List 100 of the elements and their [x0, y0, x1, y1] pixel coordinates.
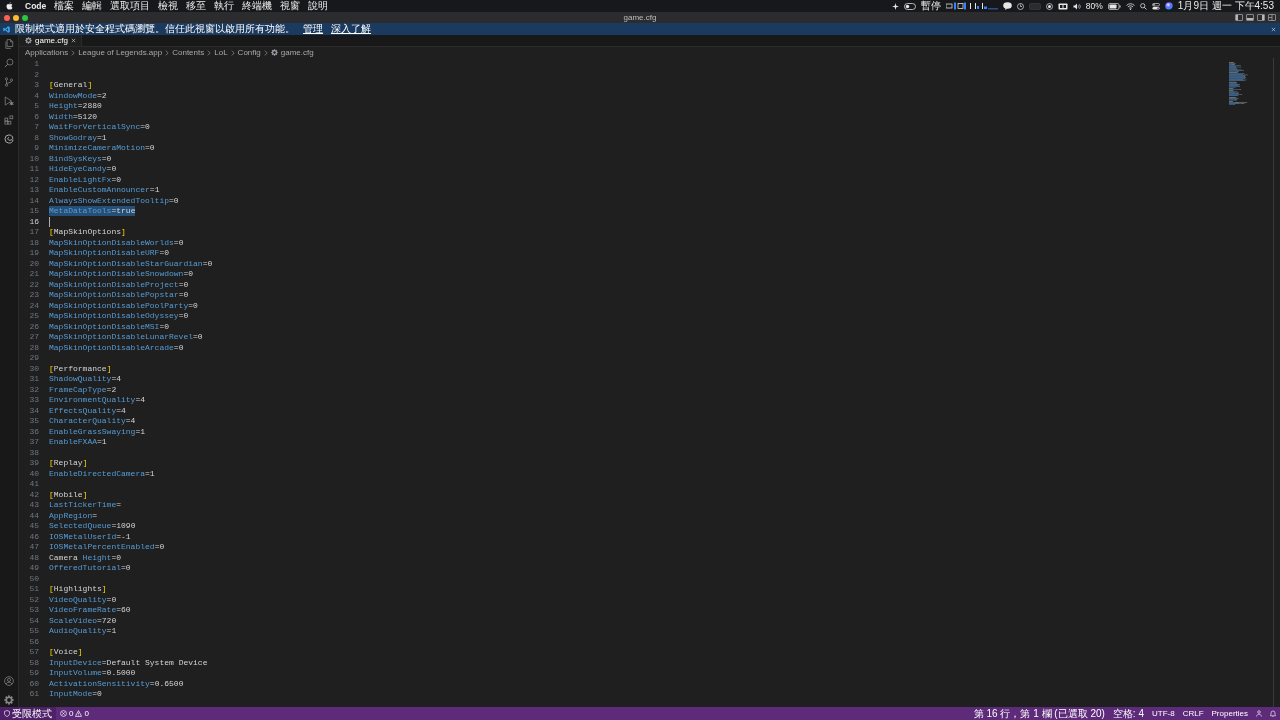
code-line: HideEyeCandy=0: [49, 164, 117, 175]
play-bug-icon[interactable]: [4, 96, 14, 106]
display-icon[interactable]: [1057, 2, 1068, 10]
panel-toggle-icon[interactable]: [1246, 14, 1254, 21]
menu-item[interactable]: 終端機: [242, 0, 273, 12]
clock-icon[interactable]: [1016, 2, 1024, 10]
account-icon[interactable]: [4, 676, 14, 686]
line-number: 51: [28, 584, 39, 595]
line-number: 20: [28, 258, 39, 269]
banner-link[interactable]: 深入了解: [331, 23, 371, 35]
capsule-icon[interactable]: [903, 2, 916, 10]
chat-bubble-icon[interactable]: [1002, 2, 1012, 10]
code-line: AudioQuality=1: [49, 626, 117, 637]
source-control-icon[interactable]: [4, 77, 14, 87]
code-line: OfferedTutorial=0: [49, 563, 131, 574]
search-icon[interactable]: [1139, 2, 1147, 10]
menu-item[interactable]: 檔案: [54, 0, 75, 12]
line-number: 23: [28, 290, 39, 301]
line-number: 27: [28, 332, 39, 343]
menu-item[interactable]: 檢視: [158, 0, 179, 12]
line-number: 38: [28, 447, 39, 458]
app-menu[interactable]: Code: [25, 0, 47, 12]
sparkle-icon[interactable]: [891, 2, 899, 10]
menu-item[interactable]: 說明: [308, 0, 329, 12]
battery-icon[interactable]: [1107, 2, 1121, 10]
breadcrumb-item[interactable]: Contents: [172, 47, 205, 58]
breadcrumb-item[interactable]: LoL: [214, 47, 228, 58]
code-line: MapSkinOptionDisableSnowdown=0: [49, 269, 194, 280]
settings-icon[interactable]: [4, 695, 14, 705]
code-line: ShadowQuality=4: [49, 374, 122, 385]
code-line: AlwaysShowExtendedTooltip=0: [49, 195, 179, 206]
line-number: 15: [28, 206, 39, 217]
code-line: EnableFXAA=1: [49, 437, 107, 448]
line-number: 13: [28, 185, 39, 196]
breadcrumb-item[interactable]: Config: [237, 47, 261, 58]
window-minimize-button[interactable]: [13, 14, 19, 21]
banner-link[interactable]: 管理: [303, 23, 323, 35]
line-number: 39: [28, 458, 39, 469]
menu-item[interactable]: 編輯: [82, 0, 103, 12]
indentation-button[interactable]: 空格: 4: [1108, 707, 1148, 720]
menu-item[interactable]: 視窗: [280, 0, 301, 12]
close-icon[interactable]: [1271, 26, 1276, 32]
line-number: 47: [28, 542, 39, 553]
window-title: game.cfg: [623, 12, 657, 23]
volume-icon[interactable]: [1072, 2, 1081, 10]
line-number: 6: [33, 111, 39, 122]
swirl-icon[interactable]: [4, 134, 14, 144]
files-icon[interactable]: [4, 39, 14, 49]
line-number: 34: [28, 405, 39, 416]
search-icon[interactable]: [4, 58, 14, 68]
line-number: 44: [28, 510, 39, 521]
line-number: 9: [33, 143, 39, 154]
close-icon[interactable]: [70, 38, 76, 43]
secondary-sidebar-toggle-icon[interactable]: [1257, 14, 1265, 21]
primary-sidebar-toggle-icon[interactable]: [1235, 14, 1243, 21]
menu-item[interactable]: 執行: [214, 0, 235, 12]
breadcrumb-item[interactable]: game.cfg: [280, 47, 314, 58]
code-line: CharacterQuality=4: [49, 416, 136, 427]
line-number: 50: [28, 573, 39, 584]
window-close-button[interactable]: [4, 14, 10, 21]
problems-button[interactable]: 0 0: [56, 707, 93, 720]
line-number: 43: [28, 500, 39, 511]
restricted-mode-button[interactable]: 受限模式: [0, 707, 56, 720]
breadcrumb-item[interactable]: League of Legends.app: [78, 47, 163, 58]
line-ending-button[interactable]: CRLF: [1178, 707, 1208, 720]
line-number: 14: [28, 195, 39, 206]
person-icon[interactable]: [1256, 710, 1262, 717]
line-number: 29: [28, 353, 39, 364]
code-line: EnableLightFx=0: [49, 174, 122, 185]
code-line: LastTickerTime=: [49, 500, 122, 511]
editor-tab[interactable]: game.cfg: [19, 35, 82, 46]
code-line: ShowGodray=1: [49, 132, 107, 143]
line-number: 18: [28, 237, 39, 248]
apple-logo-icon[interactable]: [6, 2, 13, 10]
record-icon[interactable]: [1045, 2, 1053, 10]
encoding-button[interactable]: UTF-8: [1147, 707, 1179, 720]
breadcrumb-item[interactable]: Applications: [25, 47, 69, 58]
window-zoom-button[interactable]: [22, 14, 28, 21]
layout-icon[interactable]: [1268, 14, 1276, 21]
control-center-icon[interactable]: [1151, 2, 1160, 10]
warning-icon: [75, 710, 83, 717]
line-number: 3: [33, 80, 39, 91]
extensions-icon[interactable]: [4, 115, 14, 125]
line-number: 58: [28, 657, 39, 668]
pause-status[interactable]: 暫停: [920, 0, 941, 12]
code-line: VideoQuality=0: [49, 594, 117, 605]
siri-orb-icon[interactable]: [1164, 2, 1173, 10]
line-number: 11: [28, 164, 39, 175]
menu-item[interactable]: 移至: [186, 0, 207, 12]
bell-icon[interactable]: [1270, 710, 1276, 717]
wifi-icon[interactable]: [1125, 2, 1135, 10]
line-number: 31: [28, 374, 39, 385]
line-number: 4: [33, 90, 39, 101]
menu-bar-clock[interactable]: 1月9日 週一 下午4:53: [1177, 0, 1274, 12]
menu-item[interactable]: 選取項目: [110, 0, 151, 12]
language-mode-button[interactable]: Properties: [1207, 707, 1252, 720]
cursor-position-button[interactable]: 第 16 行，第 1 欄 (已選取 20): [969, 707, 1109, 720]
line-number: 16: [28, 216, 39, 227]
line-number: 8: [33, 132, 39, 143]
code-line: IOSMetalUserId=-1: [49, 531, 131, 542]
